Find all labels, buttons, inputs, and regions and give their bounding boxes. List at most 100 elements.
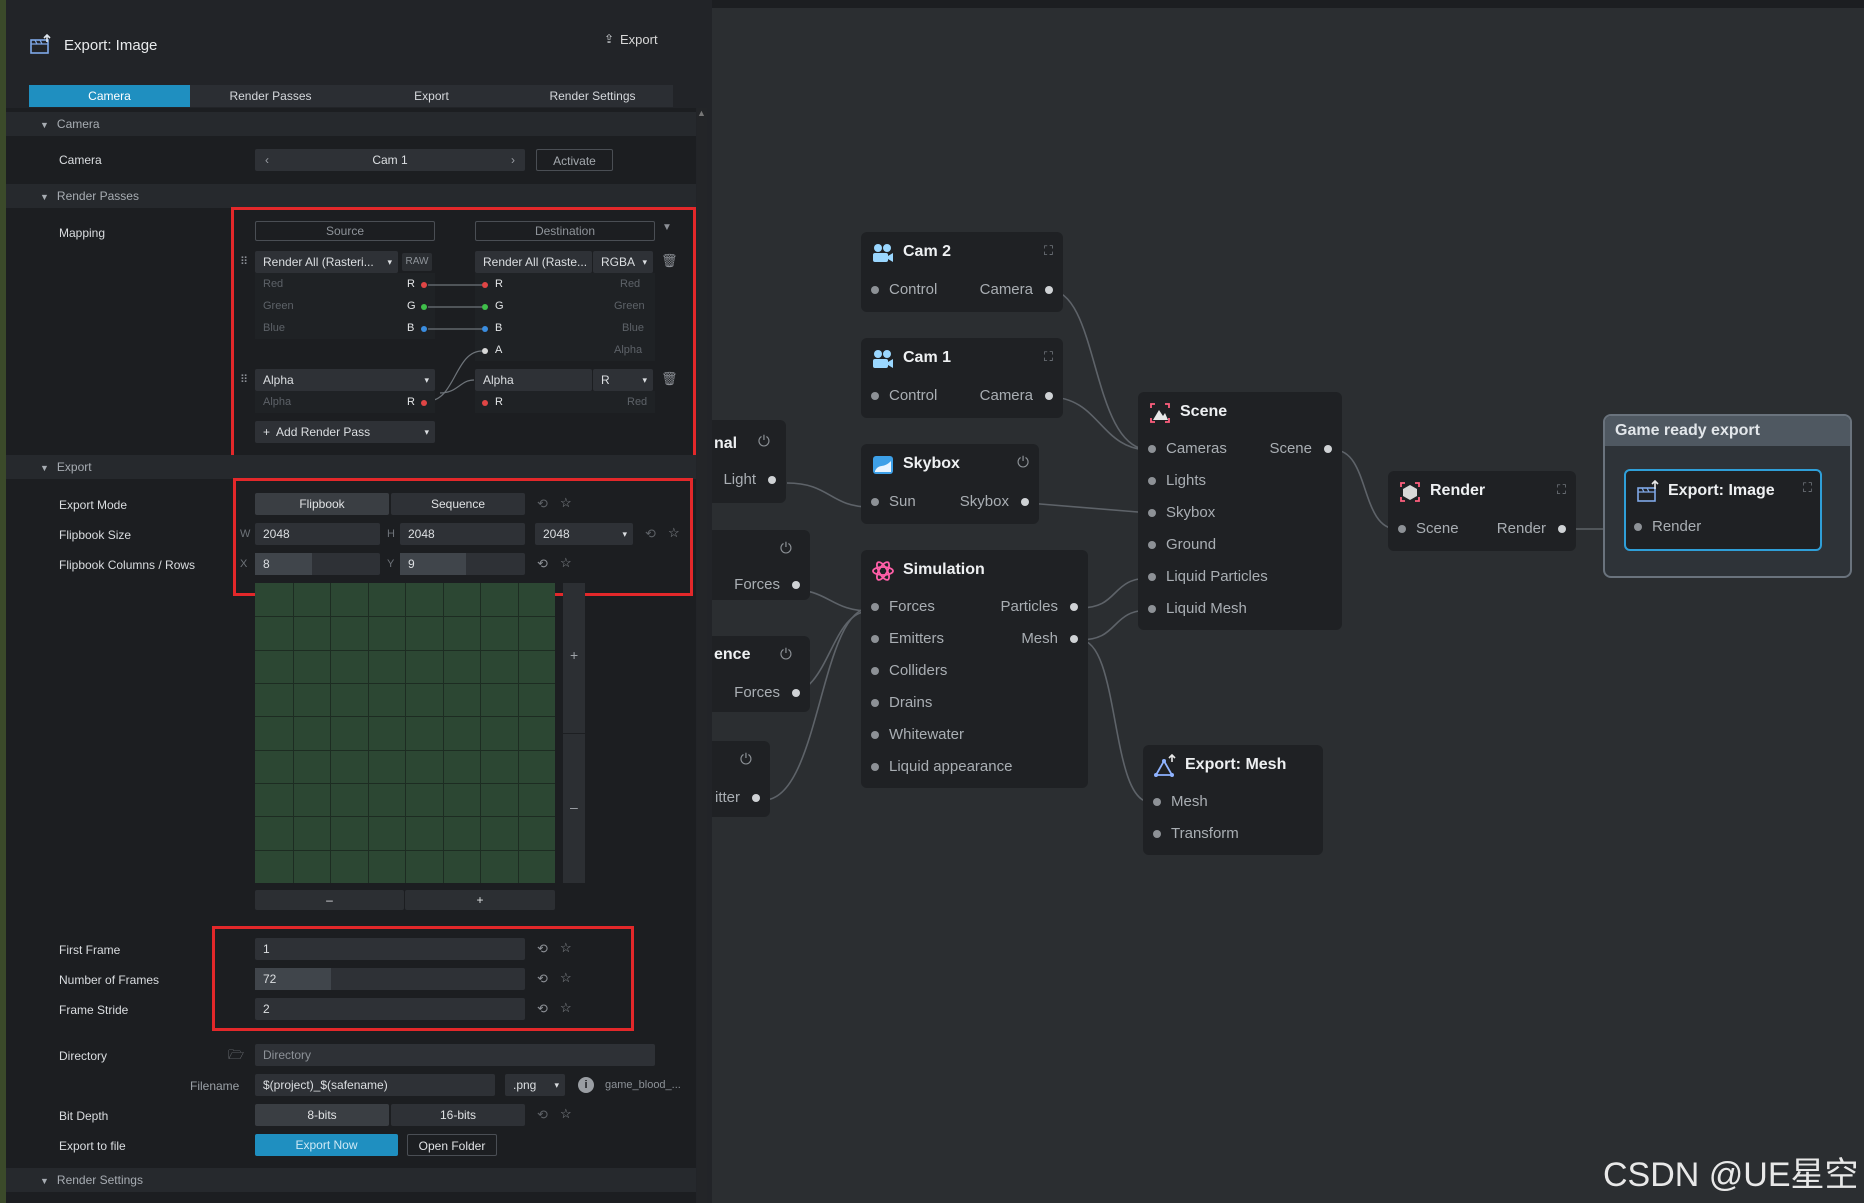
pin-label: Control: [889, 281, 938, 298]
pin-label: Camera: [979, 387, 1033, 404]
pin-dot: [871, 667, 879, 676]
colliders-input[interactable]: Colliders: [871, 662, 947, 679]
pin-dot: [752, 794, 760, 803]
pin-dot: [1045, 392, 1053, 401]
pin-dot: [1045, 286, 1053, 295]
pin-dot: [1398, 525, 1406, 534]
pin-label: Mesh: [1171, 793, 1208, 810]
pin-label: Sun: [889, 493, 916, 510]
pin-dot: [1153, 830, 1161, 839]
skybox-input[interactable]: Skybox: [1148, 504, 1215, 521]
pin-dot: [792, 581, 800, 590]
cameras-input[interactable]: Cameras: [1148, 440, 1227, 457]
control-input[interactable]: Control: [871, 387, 937, 404]
skybox-output[interactable]: Skybox: [960, 493, 1029, 510]
pin-label: Lights: [1166, 472, 1207, 489]
partial-light-node[interactable]: nal ⏻ Light: [712, 420, 786, 503]
scene-output[interactable]: Scene: [1269, 440, 1332, 457]
pin-dot: [1148, 509, 1156, 518]
camera-icon: [873, 244, 893, 262]
skybox-icon: [873, 456, 893, 474]
drains-input[interactable]: Drains: [871, 694, 932, 711]
ground-input[interactable]: Ground: [1148, 536, 1216, 553]
pin-dot: [871, 286, 879, 295]
pin-label: Scene: [1269, 440, 1312, 457]
power-icon[interactable]: ⏻: [780, 646, 792, 663]
pin-label: Drains: [889, 694, 933, 711]
forces-input[interactable]: Forces: [871, 598, 935, 615]
pin-dot: [1634, 523, 1642, 532]
emitters-input[interactable]: Emitters: [871, 630, 944, 647]
mesh-output[interactable]: Mesh: [1021, 630, 1078, 647]
node-title: Render: [1430, 482, 1486, 499]
export-mesh-node[interactable]: Export: Mesh Mesh Transform: [1143, 745, 1323, 855]
pin-dot: [871, 392, 879, 401]
light-output[interactable]: Light: [723, 471, 776, 488]
cam2-node[interactable]: Cam 2 ⛶ Control Camera: [861, 232, 1063, 312]
node-title: Scene: [1180, 403, 1228, 420]
pin-dot: [871, 763, 879, 772]
pin-label: Colliders: [889, 662, 948, 679]
power-icon[interactable]: ⏻: [1017, 454, 1029, 471]
partial-forces-node-2[interactable]: ence ⏻ Forces: [712, 636, 810, 712]
lights-input[interactable]: Lights: [1148, 472, 1206, 489]
transform-input[interactable]: Transform: [1153, 825, 1239, 842]
group-title: Game ready export: [1605, 416, 1850, 446]
cam1-node[interactable]: Cam 1 ⛶ Control Camera: [861, 338, 1063, 418]
pin-label: Forces: [734, 576, 780, 593]
skybox-node[interactable]: Skybox ⏻ Sun Skybox: [861, 444, 1039, 524]
forces-output[interactable]: Forces: [734, 684, 800, 701]
scene-icon: [1150, 403, 1170, 423]
node-title: nal: [714, 435, 738, 452]
scene-input[interactable]: Scene: [1398, 520, 1459, 537]
export-image-node[interactable]: Export: Image ⛶ Render: [1624, 469, 1822, 551]
partial-emitter-node[interactable]: ⏻ itter: [712, 741, 770, 817]
pin-label: itter: [714, 789, 740, 806]
pin-label: Forces: [734, 684, 780, 701]
node-title: Export: Image: [1668, 482, 1775, 499]
expand-icon[interactable]: ⛶: [1044, 243, 1053, 259]
pin-label: Forces: [889, 598, 935, 615]
whitewater-input[interactable]: Whitewater: [871, 726, 964, 743]
mesh-input[interactable]: Mesh: [1153, 793, 1208, 810]
camera-output[interactable]: Camera: [980, 281, 1053, 298]
pin-dot: [1148, 541, 1156, 550]
partial-forces-node-1[interactable]: ⏻ Forces: [712, 530, 810, 600]
simulation-node[interactable]: Simulation Forces Emitters Colliders Dra…: [861, 550, 1088, 788]
pin-label: Liquid Particles: [1166, 568, 1268, 585]
power-icon[interactable]: ⏻: [780, 540, 792, 557]
liquid-mesh-input[interactable]: Liquid Mesh: [1148, 600, 1247, 617]
liquid-particles-input[interactable]: Liquid Particles: [1148, 568, 1268, 585]
expand-icon[interactable]: ⛶: [1557, 482, 1566, 498]
render-output[interactable]: Render: [1497, 520, 1566, 537]
forces-output[interactable]: Forces: [734, 576, 800, 593]
pin-label: Particles: [1000, 598, 1058, 615]
expand-icon[interactable]: ⛶: [1044, 349, 1053, 365]
camera-output[interactable]: Camera: [980, 387, 1053, 404]
pin-dot: [871, 635, 879, 644]
power-icon[interactable]: ⏻: [758, 433, 770, 450]
scene-node[interactable]: Scene Cameras Lights Skybox Ground Liqui…: [1138, 392, 1342, 630]
pin-label: Light: [723, 471, 756, 488]
pin-dot: [1021, 498, 1029, 507]
pin-label: Control: [889, 387, 938, 404]
particles-output[interactable]: Particles: [1000, 598, 1078, 615]
node-title: Cam 2: [903, 243, 952, 260]
pin-label: Render: [1496, 520, 1546, 537]
pin-dot: [871, 699, 879, 708]
render-icon: [1400, 482, 1420, 502]
camera-icon: [873, 350, 893, 368]
simulation-icon: [872, 561, 894, 581]
sun-input[interactable]: Sun: [871, 493, 916, 510]
control-input[interactable]: Control: [871, 281, 937, 298]
pin-label: Transform: [1171, 825, 1239, 842]
expand-icon[interactable]: ⛶: [1803, 480, 1812, 496]
liquid-appearance-input[interactable]: Liquid appearance: [871, 758, 1012, 775]
power-icon[interactable]: ⏻: [740, 751, 752, 768]
render-input[interactable]: Render: [1634, 518, 1701, 535]
emitter-output[interactable]: itter: [715, 789, 760, 806]
pin-dot: [792, 689, 800, 698]
node-title: ence: [714, 646, 751, 663]
render-node[interactable]: Render ⛶ Scene Render: [1388, 471, 1576, 551]
pin-dot: [1324, 445, 1332, 454]
